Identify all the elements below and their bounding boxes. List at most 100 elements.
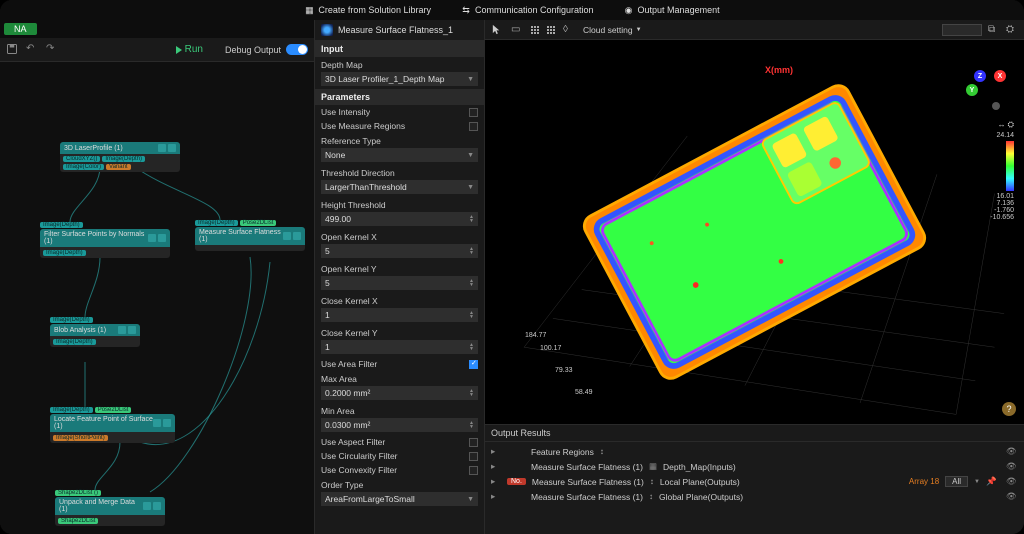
node-measure-flatness[interactable]: Image(Depth) Pose2DList Measure Surface … (195, 220, 305, 251)
expand-icon[interactable]: ▸ (491, 491, 501, 502)
node-gear-icon[interactable] (153, 419, 161, 427)
spinner-icon[interactable]: ▲▼ (469, 311, 474, 319)
view-preset-dropdown[interactable] (942, 24, 982, 36)
port-chip[interactable]: Shape2DList () (55, 490, 101, 496)
cloud-setting-dropdown[interactable]: Cloud setting ▼ (583, 25, 642, 35)
open-ky-input[interactable]: 5▲▼ (321, 276, 478, 290)
pin-icon[interactable]: 📌 (986, 476, 996, 487)
height-thresh-input[interactable]: 499.00▲▼ (321, 212, 478, 226)
output-row[interactable]: ▸ No. Measure Surface Flatness (1) ↕ Loc… (485, 474, 1024, 489)
close-kx-input[interactable]: 1▲▼ (321, 308, 478, 322)
tab-na[interactable]: NA (4, 23, 37, 35)
node-locate-feature-point[interactable]: Image(Depth) Pose2DList Locate Feature P… (50, 407, 175, 443)
node-expand-icon[interactable] (158, 234, 166, 242)
save-icon[interactable] (6, 43, 20, 57)
3d-viewport[interactable]: X(mm) X Z Y ↔ ⛭ 24.14 16.01 7.136 (485, 40, 1024, 424)
cursor-icon[interactable] (491, 24, 503, 36)
x-axis-ball[interactable]: X (994, 70, 1006, 82)
spinner-icon[interactable]: ▲▼ (469, 279, 474, 287)
legend-gear-icon[interactable]: ⛭ (1008, 120, 1014, 130)
expand-icon[interactable]: ▸ (491, 461, 501, 472)
spinner-icon[interactable]: ▲▼ (469, 343, 474, 351)
debug-toggle[interactable] (286, 44, 308, 55)
menu-output-mgmt[interactable]: ◉ Output Management (624, 5, 720, 15)
node-gear-icon[interactable] (158, 144, 166, 152)
z-axis-ball[interactable]: Z (974, 70, 986, 82)
visibility-icon[interactable]: 👁 (1006, 491, 1018, 502)
spinner-icon[interactable]: ▲▼ (469, 389, 474, 397)
node-blob-analysis[interactable]: Image(Depth) Blob Analysis (1) Image(Dep… (50, 317, 140, 347)
node-gear-icon[interactable] (148, 234, 156, 242)
node-expand-icon[interactable] (293, 232, 301, 240)
port-chip[interactable]: Image(Depth) (50, 317, 93, 323)
min-area-input[interactable]: 0.0300 mm²▲▼ (321, 418, 478, 432)
menu-comm-config[interactable]: ⇆ Communication Configuration (461, 5, 594, 15)
popout-icon[interactable]: ⧉ (988, 24, 1000, 36)
spinner-icon[interactable]: ▲▼ (469, 421, 474, 429)
expand-icon[interactable]: ▸ (491, 446, 501, 457)
sort-icon[interactable]: ↕ (650, 477, 654, 486)
use-conv-checkbox[interactable] (469, 466, 478, 475)
port-chip[interactable]: Image(Depth) (195, 220, 238, 226)
node-expand-icon[interactable] (163, 419, 171, 427)
grid-dots2-icon[interactable] (547, 24, 559, 36)
sort-icon[interactable]: ↕ (600, 447, 604, 456)
visibility-icon[interactable]: 👁 (1006, 461, 1018, 472)
select-icon[interactable]: ▭ (511, 24, 523, 36)
node-gear-icon[interactable] (283, 232, 291, 240)
settings-icon[interactable]: ⛭ (1006, 24, 1018, 36)
port-chip[interactable]: CloudXYZ() (63, 156, 100, 162)
use-area-checkbox[interactable] (469, 360, 478, 369)
sort-icon[interactable]: ↕ (649, 492, 653, 501)
use-circ-checkbox[interactable] (469, 452, 478, 461)
node-3d-laser-profile[interactable]: 3D LaserProfile (1) CloudXYZ() Image(Dep… (60, 142, 180, 172)
node-expand-icon[interactable] (153, 502, 161, 510)
port-chip[interactable]: Image(ShortPoint) (53, 435, 108, 441)
visibility-icon[interactable]: 👁 (1006, 476, 1018, 487)
node-unpack-merge[interactable]: Shape2DList () Unpack and Merge Data (1)… (55, 490, 165, 526)
port-chip[interactable]: Pose2DList (240, 220, 277, 226)
spinner-icon[interactable]: ▲▼ (469, 215, 474, 223)
axis-neg-ball[interactable] (992, 102, 1000, 110)
use-intensity-checkbox[interactable] (469, 108, 478, 117)
axis-gizmo[interactable]: X Z Y (966, 70, 1006, 110)
legend-arrow-icon[interactable]: ↔ (998, 120, 1006, 130)
port-chip[interactable]: Variant (106, 164, 131, 170)
max-area-input[interactable]: 0.2000 mm²▲▼ (321, 386, 478, 400)
port-chip[interactable]: Image(Depth) (40, 222, 83, 228)
node-graph-canvas[interactable]: 3D LaserProfile (1) CloudXYZ() Image(Dep… (0, 62, 314, 534)
use-aspect-checkbox[interactable] (469, 438, 478, 447)
port-chip[interactable]: Image(Depth) (50, 407, 93, 413)
plane-icon[interactable]: ◊ (563, 24, 575, 36)
output-row[interactable]: ▸ Feature Regions ↕ 👁 (485, 444, 1024, 459)
port-chip[interactable]: Image(Depth) (43, 250, 86, 256)
ref-type-dropdown[interactable]: None▼ (321, 148, 478, 162)
run-button[interactable]: Run (176, 44, 203, 55)
node-expand-icon[interactable] (128, 326, 136, 334)
output-row[interactable]: ▸ Measure Surface Flatness (1) ↕ Global … (485, 489, 1024, 504)
port-chip[interactable]: Shape2DList (58, 518, 98, 524)
grid-dots-icon[interactable] (531, 24, 543, 36)
redo-icon[interactable]: ↷ (46, 43, 60, 57)
help-icon[interactable]: ? (1002, 402, 1016, 416)
thresh-dir-dropdown[interactable]: LargerThanThreshold▼ (321, 180, 478, 194)
expand-icon[interactable]: ▸ (491, 476, 501, 487)
node-filter-surface-normals[interactable]: Image(Depth) Filter Surface Points by No… (40, 222, 170, 258)
port-chip[interactable]: Image(Color) (63, 164, 104, 170)
port-chip[interactable]: Image(Depth) (102, 156, 145, 162)
node-gear-icon[interactable] (143, 502, 151, 510)
spinner-icon[interactable]: ▲▼ (469, 247, 474, 255)
array-filter-dropdown[interactable]: All (945, 476, 968, 487)
node-expand-icon[interactable] (168, 144, 176, 152)
output-row[interactable]: ▸ Measure Surface Flatness (1) ▦ Depth_M… (485, 459, 1024, 474)
undo-icon[interactable]: ↶ (26, 43, 40, 57)
depth-map-dropdown[interactable]: 3D Laser Profiler_1_Depth Map ▼ (321, 72, 478, 86)
visibility-icon[interactable]: 👁 (1006, 446, 1018, 457)
port-chip[interactable]: Pose2DList (95, 407, 132, 413)
y-axis-ball[interactable]: Y (966, 84, 978, 96)
close-ky-input[interactable]: 1▲▼ (321, 340, 478, 354)
open-kx-input[interactable]: 5▲▼ (321, 244, 478, 258)
menu-create-solution[interactable]: ▦ Create from Solution Library (304, 5, 431, 15)
use-regions-checkbox[interactable] (469, 122, 478, 131)
order-type-dropdown[interactable]: AreaFromLargeToSmall▼ (321, 492, 478, 506)
